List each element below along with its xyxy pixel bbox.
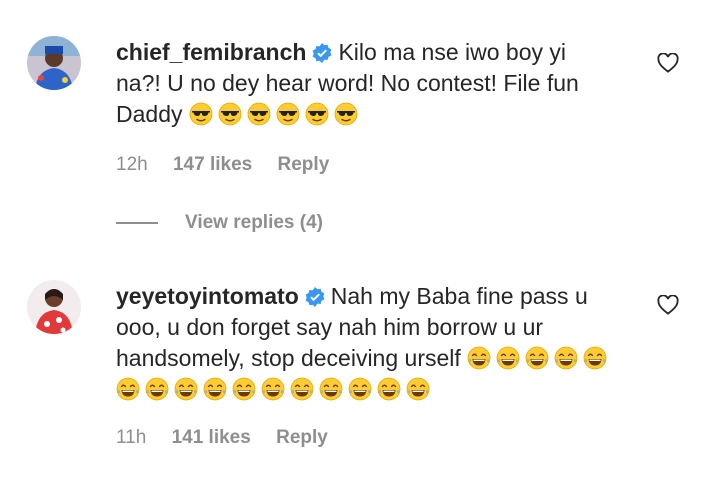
likes-count[interactable]: 141 likes bbox=[172, 427, 251, 448]
view-replies-button[interactable]: View replies (4) bbox=[116, 212, 323, 234]
likes-count[interactable]: 147 likes bbox=[173, 154, 252, 175]
comment-text-1: chief_femibranch Kilo ma nse iwo boy yi … bbox=[116, 37, 616, 130]
verified-badge-icon bbox=[313, 43, 332, 63]
comment-text-2: yeyetoyintomato Nah my Baba fine pass u … bbox=[116, 281, 616, 405]
laughing-emoji-icon bbox=[348, 377, 372, 401]
verified-badge-icon bbox=[305, 287, 325, 307]
laughing-emoji-icon bbox=[174, 377, 198, 401]
laughing-emoji-icon bbox=[467, 346, 491, 370]
sunglasses-emoji-icon bbox=[247, 102, 271, 126]
timestamp: 12h bbox=[116, 154, 148, 175]
laughing-emoji-icon bbox=[203, 377, 227, 401]
laughing-emoji-icon bbox=[261, 377, 285, 401]
laughing-emoji-icon bbox=[554, 346, 578, 370]
avatar-chief-femibranch[interactable] bbox=[27, 36, 81, 90]
sunglasses-emoji-icon bbox=[334, 102, 358, 126]
sunglasses-emoji-icon bbox=[189, 102, 213, 126]
laughing-emoji-icon bbox=[116, 377, 140, 401]
laughing-emoji-icon bbox=[583, 346, 607, 370]
reply-button[interactable]: Reply bbox=[276, 427, 328, 448]
avatar-yeyetoyintomato[interactable] bbox=[27, 280, 81, 334]
laughing-emoji-icon bbox=[525, 346, 549, 370]
reply-button[interactable]: Reply bbox=[278, 154, 330, 175]
laughing-emoji-icon bbox=[406, 377, 430, 401]
sunglasses-emoji-icon bbox=[218, 102, 242, 126]
comment-meta-2: 11h 141 likes Reply bbox=[116, 427, 348, 449]
heart-outline-icon[interactable] bbox=[657, 295, 679, 315]
username[interactable]: chief_femibranch bbox=[116, 39, 306, 65]
divider-line bbox=[116, 221, 158, 224]
view-replies-label: View replies (4) bbox=[185, 212, 323, 233]
laughing-emoji-icon bbox=[377, 377, 401, 401]
comment-meta-1: 12h 147 likes Reply bbox=[116, 154, 349, 176]
emoji-sunglasses-row bbox=[189, 101, 363, 127]
laughing-emoji-icon bbox=[232, 377, 256, 401]
timestamp: 11h bbox=[116, 427, 147, 448]
sunglasses-emoji-icon bbox=[305, 102, 329, 126]
heart-outline-icon[interactable] bbox=[657, 53, 679, 73]
laughing-emoji-icon bbox=[290, 377, 314, 401]
laughing-emoji-icon bbox=[319, 377, 343, 401]
sunglasses-emoji-icon bbox=[276, 102, 300, 126]
laughing-emoji-icon bbox=[145, 377, 169, 401]
laughing-emoji-icon bbox=[496, 346, 520, 370]
username[interactable]: yeyetoyintomato bbox=[116, 283, 299, 309]
